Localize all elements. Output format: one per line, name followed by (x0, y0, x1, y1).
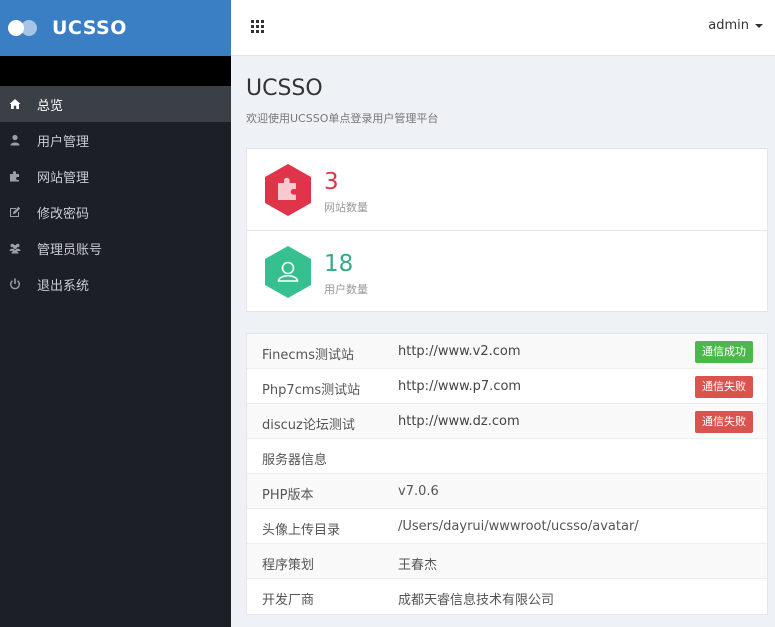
stat-users[interactable]: 18 用户数量 (247, 231, 767, 313)
site-name: Finecms测试站 (262, 348, 354, 363)
brand-bar[interactable]: UCSSO (0, 0, 231, 56)
edit-icon (8, 205, 22, 219)
table-row: Php7cms测试站 http://www.p7.com 通信失败 (247, 369, 767, 404)
site-name: discuz论坛测试 (262, 418, 355, 433)
sidebar-menu: 总览 用户管理 网站管理 修改密码 管理员账号 退出系统 (0, 86, 231, 302)
puzzle-icon (8, 169, 22, 183)
sidebar-item-label: 修改密码 (37, 206, 90, 222)
table-row: 服务器信息 (247, 439, 767, 474)
users-count-label: 用户数量 (324, 283, 368, 296)
power-icon (8, 277, 22, 291)
site-url[interactable]: http://www.v2.com (398, 344, 521, 359)
grid-icon[interactable] (251, 20, 264, 33)
stats-card: 3 网站数量 18 用户数量 (246, 148, 768, 312)
home-icon (8, 97, 22, 111)
sidebar-item-logout[interactable]: 退出系统 (0, 266, 231, 302)
sidebar-item-sites[interactable]: 网站管理 (0, 158, 231, 194)
sites-count-label: 网站数量 (324, 201, 368, 214)
sidebar: UCSSO 总览 用户管理 网站管理 修改密码 管理员账号 退出系统 (0, 0, 231, 627)
table-row: Finecms测试站 http://www.v2.com 通信成功 (247, 334, 767, 369)
user-menu[interactable]: admin (708, 18, 763, 33)
sidebar-item-label: 网站管理 (37, 170, 90, 186)
users-count: 18 (324, 251, 354, 277)
sidebar-item-overview[interactable]: 总览 (0, 86, 231, 122)
table-row: 头像上传目录 /Users/dayrui/wwwroot/ucsso/avata… (247, 509, 767, 544)
sidebar-item-admins[interactable]: 管理员账号 (0, 230, 231, 266)
stat-sites[interactable]: 3 网站数量 (247, 149, 767, 231)
page-subtitle: 欢迎使用UCSSO单点登录用户管理平台 (246, 112, 439, 125)
site-url[interactable]: http://www.dz.com (398, 414, 520, 429)
table-row: PHP版本 v7.0.6 (247, 474, 767, 509)
info-value: /Users/dayrui/wwwroot/ucsso/avatar/ (398, 519, 639, 534)
table-row: 开发厂商 成都天睿信息技术有限公司 (247, 579, 767, 614)
logo-icon (8, 20, 38, 36)
sidebar-item-users[interactable]: 用户管理 (0, 122, 231, 158)
table-row: discuz论坛测试 http://www.dz.com 通信失败 (247, 404, 767, 439)
page-title: UCSSO (246, 76, 323, 101)
sidebar-item-label: 总览 (37, 98, 64, 114)
chevron-down-icon (755, 23, 763, 28)
top-header: admin (231, 0, 775, 56)
info-name: 开发厂商 (262, 593, 315, 608)
info-value: v7.0.6 (398, 484, 439, 499)
brand-name: UCSSO (52, 17, 127, 39)
server-info-heading: 服务器信息 (262, 453, 328, 468)
site-name: Php7cms测试站 (262, 383, 361, 398)
sidebar-item-label: 管理员账号 (37, 242, 103, 258)
status-badge: 通信成功 (695, 341, 753, 363)
site-url[interactable]: http://www.p7.com (398, 379, 521, 394)
sidebar-item-password[interactable]: 修改密码 (0, 194, 231, 230)
info-name: PHP版本 (262, 488, 314, 503)
user-icon (8, 133, 22, 147)
status-badge: 通信失败 (695, 411, 753, 433)
info-table: Finecms测试站 http://www.v2.com 通信成功 Php7cm… (246, 333, 768, 615)
info-name: 头像上传目录 (262, 523, 341, 538)
user-name: admin (708, 18, 749, 33)
sidebar-item-label: 用户管理 (37, 134, 90, 150)
table-row: 程序策划 王春杰 (247, 544, 767, 579)
sidebar-item-label: 退出系统 (37, 278, 90, 294)
sidebar-spacer (0, 56, 231, 86)
info-name: 程序策划 (262, 558, 315, 573)
puzzle-icon (265, 164, 311, 216)
sites-count: 3 (324, 169, 339, 195)
users-icon (8, 241, 22, 255)
info-value: 成都天睿信息技术有限公司 (398, 593, 555, 608)
info-value: 王春杰 (398, 558, 438, 573)
user-icon (265, 246, 311, 298)
status-badge: 通信失败 (695, 376, 753, 398)
